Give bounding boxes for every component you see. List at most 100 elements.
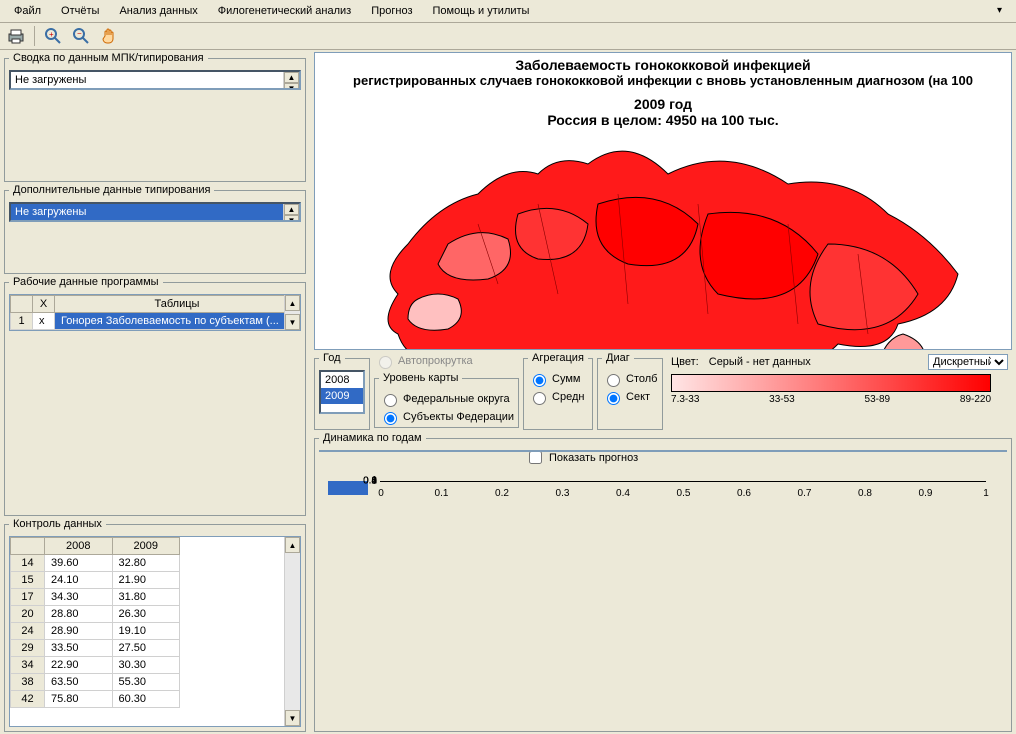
table-row[interactable]: 2428.9019.10	[11, 623, 300, 640]
col-2009[interactable]: 2009	[112, 538, 180, 555]
scroll-down-icon[interactable]: ▼	[285, 710, 300, 726]
scrollbar[interactable]: ▲ ▼	[284, 537, 300, 726]
pan-hand-icon[interactable]	[99, 26, 119, 46]
menu-file[interactable]: Файл	[4, 2, 51, 20]
year-list[interactable]: 2008 2009	[319, 370, 365, 414]
scroll-down-icon[interactable]: ▼	[285, 314, 300, 330]
table-row[interactable]: 3422.9030.30	[11, 657, 300, 674]
diag-sector[interactable]: Сект	[602, 388, 658, 406]
sum-radio[interactable]	[533, 374, 546, 387]
cell-2008[interactable]: 24.10	[45, 572, 113, 589]
show-forecast-input[interactable]	[529, 451, 542, 464]
agg-sum[interactable]: Сумм	[528, 370, 588, 388]
cell-table-name[interactable]: Гонорея Заболеваемость по субъектам (...	[55, 313, 300, 330]
table-row[interactable]: 1439.6032.80	[11, 555, 300, 572]
cell-2009[interactable]: 19.10	[112, 623, 180, 640]
map-subtitle: регистрированных случаев гонококковой ин…	[315, 73, 1011, 88]
table-row[interactable]: 4275.8060.30	[11, 691, 300, 708]
col-2008[interactable]: 2008	[45, 538, 113, 555]
cell-2009[interactable]: 27.50	[112, 640, 180, 657]
scroll-up-icon[interactable]: ▲	[285, 295, 300, 311]
scrollbar[interactable]: ▲ ▼	[284, 295, 300, 330]
cell-2009[interactable]: 55.30	[112, 674, 180, 691]
list-item[interactable]: Не загружены	[11, 72, 299, 88]
cell-2008[interactable]: 28.90	[45, 623, 113, 640]
cell-2008[interactable]: 63.50	[45, 674, 113, 691]
diag-legend: Диаг	[602, 352, 634, 364]
cell-2008[interactable]: 75.80	[45, 691, 113, 708]
chart-axes: 1 0.8 0.6 0.4 0.2 0 0 0.1 0.2 0.3 0.4 0.…	[380, 481, 986, 482]
scroll-up-icon[interactable]: ▲	[284, 72, 299, 83]
aggregation-panel: Агрегация Сумм Средн	[523, 352, 593, 430]
cell-2008[interactable]: 39.60	[45, 555, 113, 572]
color-mode-combo[interactable]: Дискретный	[928, 354, 1008, 370]
cell-2009[interactable]: 60.30	[112, 691, 180, 708]
bin-1: 33-53	[769, 394, 795, 405]
menu-help[interactable]: Помощь и утилиты	[423, 2, 540, 20]
data-control-grid[interactable]: 2008 2009 1439.6032.801524.1021.901734.3…	[9, 536, 301, 727]
working-data-legend: Рабочие данные программы	[9, 276, 163, 288]
cell-2008[interactable]: 33.50	[45, 640, 113, 657]
cell-2009[interactable]: 31.80	[112, 589, 180, 606]
data-control-panel: Контроль данных 2008 2009 1439.6032.8015…	[4, 518, 306, 732]
table-row[interactable]: 2028.8026.30	[11, 606, 300, 623]
menu-prognosis[interactable]: Прогноз	[361, 2, 422, 20]
scrollbar[interactable]: ▲ ▼	[283, 72, 299, 88]
sector-radio[interactable]	[607, 392, 620, 405]
dynamics-chart[interactable]: 1 0.8 0.6 0.4 0.2 0 0 0.1 0.2 0.3 0.4 0.…	[319, 450, 1007, 452]
cell-2009[interactable]: 32.80	[112, 555, 180, 572]
cell-2009[interactable]: 21.90	[112, 572, 180, 589]
table-row[interactable]: 2933.5027.50	[11, 640, 300, 657]
mean-radio[interactable]	[533, 392, 546, 405]
row-id: 34	[11, 657, 45, 674]
table-row[interactable]: 1524.1021.90	[11, 572, 300, 589]
column-radio[interactable]	[607, 374, 620, 387]
scroll-up-icon[interactable]: ▲	[284, 204, 299, 215]
table-row[interactable]: 1 x Гонорея Заболеваемость по субъектам …	[11, 313, 300, 330]
year-option-2009[interactable]: 2009	[321, 388, 363, 404]
autoscroll-radio[interactable]: Автопрокрутка	[374, 352, 519, 370]
col-x[interactable]: X	[33, 296, 55, 313]
map-level-subjects[interactable]: Субъекты Федерации	[379, 408, 514, 426]
col-rownum	[11, 296, 33, 313]
autoscroll-label: Автопрокрутка	[398, 355, 473, 367]
scroll-down-icon[interactable]: ▼	[284, 83, 299, 90]
menu-collapse-icon[interactable]: ▾	[987, 2, 1012, 19]
year-option-2008[interactable]: 2008	[321, 372, 363, 388]
menu-analysis[interactable]: Анализ данных	[109, 2, 207, 20]
list-item[interactable]: Не загружены	[11, 204, 299, 220]
menu-phylo[interactable]: Филогенетический анализ	[208, 2, 362, 20]
gradient-bins: 7.3-33 33-53 53-89 89-220	[671, 394, 991, 405]
cell-2009[interactable]: 26.30	[112, 606, 180, 623]
col-tables[interactable]: Таблицы	[55, 296, 300, 313]
working-data-grid[interactable]: X Таблицы 1 x Гонорея Заболеваемость по …	[9, 294, 301, 331]
additional-typing-list[interactable]: Не загружены ▲ ▼	[9, 202, 301, 222]
map-level-federal[interactable]: Федеральные округа	[379, 390, 514, 408]
diag-column[interactable]: Столб	[602, 370, 658, 388]
cell-2009[interactable]: 30.30	[112, 657, 180, 674]
cell-2008[interactable]: 28.80	[45, 606, 113, 623]
menu-reports[interactable]: Отчёты	[51, 2, 109, 20]
table-row[interactable]: 3863.5055.30	[11, 674, 300, 691]
federal-districts-radio[interactable]	[384, 394, 397, 407]
table-row[interactable]: 1734.3031.80	[11, 589, 300, 606]
scroll-down-icon[interactable]: ▼	[284, 215, 299, 222]
agg-mean[interactable]: Средн	[528, 388, 588, 406]
zoom-in-icon[interactable]: +	[43, 26, 63, 46]
svg-text:+: +	[49, 30, 54, 39]
scroll-up-icon[interactable]: ▲	[285, 537, 300, 553]
cell-x[interactable]: x	[33, 313, 55, 330]
year-selector-panel: Год 2008 2009	[314, 352, 370, 430]
row-id: 20	[11, 606, 45, 623]
data-control-legend: Контроль данных	[9, 518, 106, 530]
federation-subjects-radio[interactable]	[384, 412, 397, 425]
cell-2008[interactable]: 34.30	[45, 589, 113, 606]
scrollbar[interactable]: ▲ ▼	[283, 204, 299, 220]
russia-map[interactable]	[358, 134, 968, 350]
print-icon[interactable]	[6, 26, 26, 46]
cell-2008[interactable]: 22.90	[45, 657, 113, 674]
zoom-out-icon[interactable]: −	[71, 26, 91, 46]
mpk-summary-list[interactable]: Не загружены ▲ ▼	[9, 70, 301, 90]
menu-bar: Файл Отчёты Анализ данных Филогенетическ…	[0, 0, 1016, 23]
color-label: Цвет:	[671, 356, 699, 368]
